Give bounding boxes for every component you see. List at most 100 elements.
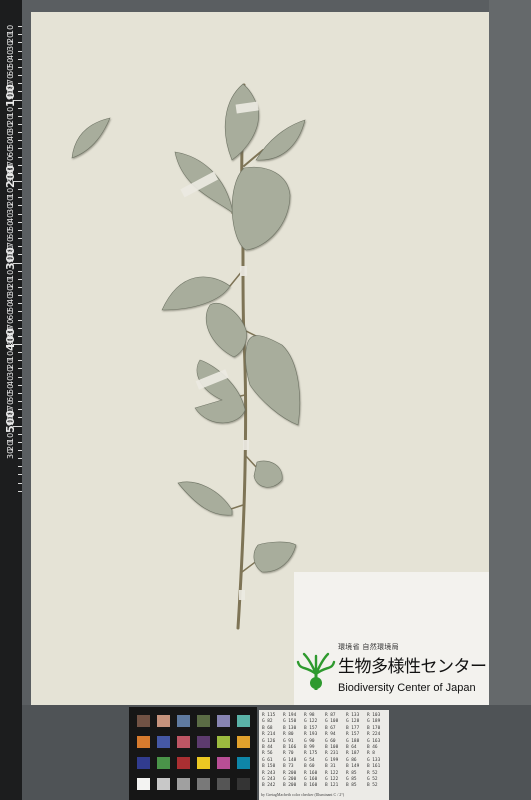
color-patch [217, 736, 230, 748]
color-patch [137, 757, 150, 769]
color-patch [237, 778, 250, 790]
table-cell: R 187 [346, 751, 360, 757]
ruler-tick [18, 115, 22, 117]
table-cell: G 86 [346, 757, 357, 763]
ruler-tick [18, 164, 22, 166]
table-cell: R 194 [283, 713, 297, 718]
ruler-tick [18, 286, 22, 288]
table-cell: R 224 [367, 732, 381, 738]
color-patch [157, 757, 170, 769]
ruler-tick [18, 490, 22, 492]
ruler-tick [18, 42, 22, 44]
table-cell: R 243 [262, 770, 276, 776]
table-cell: R 94 [325, 732, 336, 738]
ruler-tick [18, 360, 22, 362]
table-cell: B 60 [304, 764, 315, 770]
table-cell: R 200 [283, 770, 297, 776]
color-patch [237, 757, 250, 769]
table-cell: G 91 [283, 738, 294, 744]
ruler-tick [18, 83, 22, 85]
ruler-tick [18, 392, 22, 394]
ruler-tick [18, 254, 22, 256]
logo-tree-icon [296, 652, 336, 690]
table-cell: R 160 [304, 770, 318, 776]
color-patch [157, 715, 170, 727]
table-cell: G 200 [283, 777, 297, 782]
table-cell: R 70 [283, 751, 294, 757]
institution-name-jp: 生物多様性センター [338, 657, 487, 677]
ruler-tick [18, 213, 22, 215]
ruler-tick [18, 311, 22, 313]
leaf [194, 359, 246, 424]
color-patch [177, 736, 190, 748]
leaf [245, 335, 301, 426]
color-patch [177, 715, 190, 727]
ruler-tick [18, 303, 22, 305]
color-checker-chart [129, 707, 257, 800]
ruler-tick [18, 270, 22, 272]
ruler-tick [18, 197, 22, 199]
ruler-tick [18, 172, 22, 174]
table-cell: G 133 [367, 757, 381, 763]
table-cell: R 115 [262, 713, 276, 718]
leaf [71, 117, 111, 159]
ruler-tick [18, 156, 22, 158]
leaf [231, 166, 291, 251]
table-cell: B 161 [367, 764, 381, 770]
institution-logo: 環境省 自然環境局 生物多様性センター Biodiversity Center … [294, 572, 489, 705]
ruler-minor-label: 30 [6, 448, 15, 459]
color-patch [137, 715, 150, 727]
color-patch [197, 736, 210, 748]
table-cell: G 122 [304, 719, 318, 725]
ruler-tick [18, 376, 22, 378]
ruler-tick [18, 474, 22, 476]
table-cell: G 188 [346, 738, 360, 744]
table-cell: B 150 [262, 764, 276, 770]
table-cell: B 242 [262, 783, 276, 789]
color-patch [157, 736, 170, 748]
table-cell: R 175 [304, 751, 318, 757]
ruler-tick [18, 58, 22, 60]
scanner-background-right [489, 0, 531, 800]
color-patch [217, 757, 230, 769]
leaves [71, 83, 306, 573]
table-cell: G 128 [346, 719, 360, 725]
table-cell: B 160 [304, 783, 318, 789]
table-cell: G 148 [283, 757, 297, 763]
leaf [253, 541, 297, 573]
color-patch [177, 757, 190, 769]
table-cell: B 85 [346, 783, 357, 789]
table-cell: G 189 [367, 719, 381, 725]
table-cell: B 130 [283, 725, 297, 731]
leaf [253, 460, 283, 488]
table-cell: G 163 [367, 738, 381, 744]
table-cell: B 177 [346, 725, 360, 731]
leaf [205, 303, 247, 358]
table-cell: G 82 [262, 719, 273, 725]
ministry-label: 環境省 自然環境局 [338, 643, 399, 651]
color-patch [157, 778, 170, 790]
color-patch [177, 778, 190, 790]
ruler-tick [18, 107, 22, 109]
ruler-tick [18, 319, 22, 321]
herbarium-scan: 環境省 自然環境局 生物多様性センター Biodiversity Center … [0, 0, 531, 800]
table-cell: R 193 [304, 732, 318, 738]
table-cell: R 52 [367, 770, 378, 776]
ruler-tick [18, 229, 22, 231]
table-cell: B 99 [304, 745, 315, 750]
table-cell: G 108 [325, 719, 339, 725]
table-cell: B 108 [325, 745, 339, 750]
ruler-tick [18, 441, 22, 443]
ruler-tick [18, 75, 22, 77]
ruler-tick [18, 205, 22, 207]
ruler-tick [18, 123, 22, 125]
ruler-tick [18, 458, 22, 460]
table-cell: B 46 [367, 745, 378, 750]
ruler-tick [18, 238, 22, 240]
table-cell: B 44 [262, 745, 273, 750]
institution-name-en: Biodiversity Center of Japan [338, 682, 476, 694]
ruler-tick [18, 34, 22, 36]
table-cell: G 122 [325, 777, 339, 782]
ruler-tick [18, 26, 22, 28]
table-cell: B 170 [367, 725, 381, 731]
